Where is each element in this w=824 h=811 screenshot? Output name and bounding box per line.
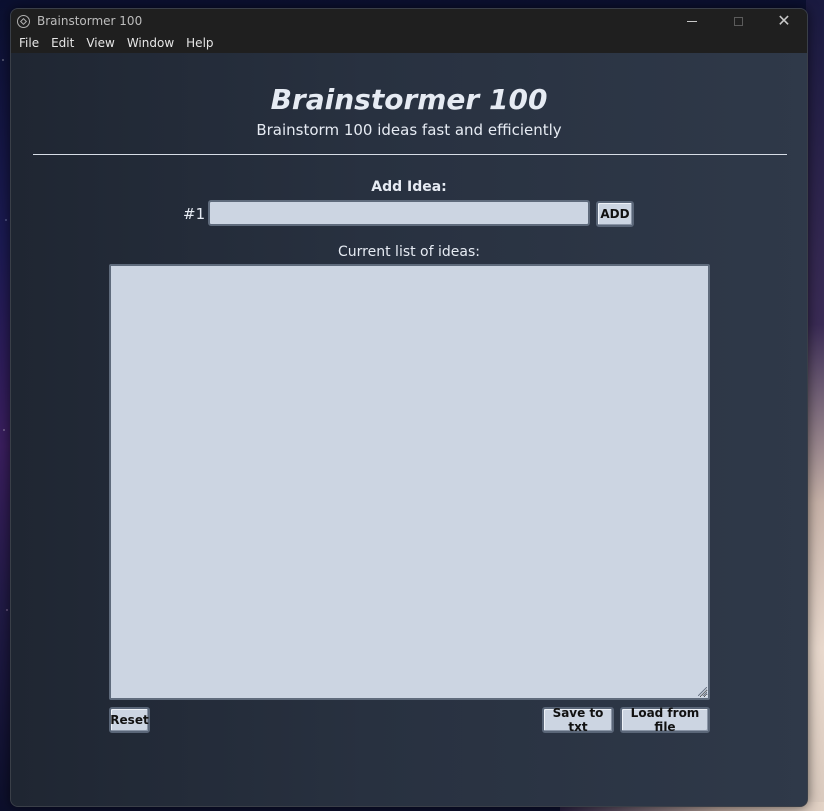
reset-button[interactable]: Reset [109, 707, 150, 733]
app-window: Brainstormer 100 ✕ File Edit View Window… [10, 8, 808, 807]
title-bar[interactable]: Brainstormer 100 ✕ [11, 9, 807, 33]
load-from-file-button[interactable]: Load from file [620, 706, 710, 734]
menu-edit[interactable]: Edit [47, 36, 78, 50]
header-divider [33, 154, 787, 155]
close-button[interactable]: ✕ [761, 9, 807, 33]
resize-grip-icon[interactable] [698, 687, 707, 696]
maximize-icon [733, 16, 743, 26]
add-button[interactable]: ADD [596, 201, 634, 227]
app-icon [17, 14, 30, 28]
window-title: Brainstormer 100 [37, 14, 143, 28]
minimize-icon [687, 20, 697, 22]
idea-input[interactable] [208, 200, 590, 226]
idea-list-label: Current list of ideas: [338, 244, 480, 260]
menu-file[interactable]: File [15, 36, 43, 50]
close-icon: ✕ [777, 11, 791, 30]
page-title: Brainstormer 100 [270, 83, 548, 116]
app-content: Brainstormer 100 Brainstorm 100 ideas fa… [11, 53, 807, 806]
minimize-button[interactable] [669, 9, 715, 33]
window-controls: ✕ [669, 9, 807, 33]
maximize-button[interactable] [715, 9, 761, 33]
menu-bar: File Edit View Window Help [11, 33, 807, 53]
desktop-wallpaper-edge [806, 0, 824, 811]
idea-number-label: #1 [183, 205, 206, 223]
idea-list-textarea[interactable] [109, 264, 710, 700]
menu-view[interactable]: View [82, 36, 118, 50]
add-idea-label: Add Idea: [371, 179, 447, 195]
page-subtitle: Brainstorm 100 ideas fast and efficientl… [256, 121, 562, 139]
save-to-txt-button[interactable]: Save to txt [542, 706, 614, 734]
menu-window[interactable]: Window [123, 36, 178, 50]
menu-help[interactable]: Help [182, 36, 217, 50]
